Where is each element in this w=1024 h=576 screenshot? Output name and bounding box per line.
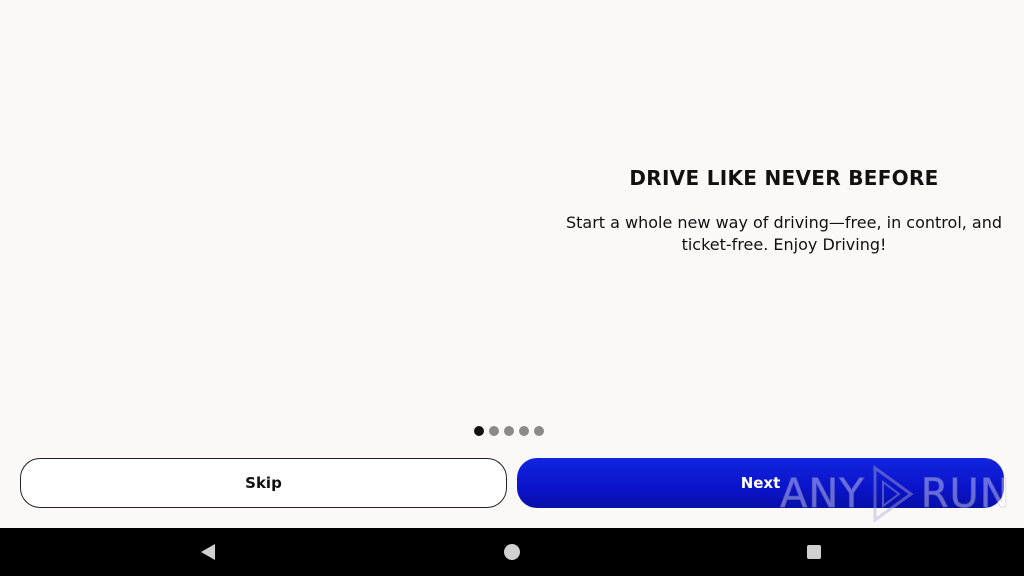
onboarding-content: DRIVE LIKE NEVER BEFORE Start a whole ne… — [544, 166, 1024, 256]
skip-button[interactable]: Skip — [20, 458, 507, 508]
page-indicator — [474, 426, 544, 436]
page-dot-3[interactable] — [504, 426, 514, 436]
next-button[interactable]: Next — [517, 458, 1004, 508]
skip-button-label: Skip — [245, 474, 282, 492]
page-dot-2[interactable] — [489, 426, 499, 436]
onboarding-title: DRIVE LIKE NEVER BEFORE — [629, 166, 939, 190]
page-dot-1[interactable] — [474, 426, 484, 436]
back-triangle-icon[interactable] — [196, 540, 220, 564]
onboarding-description: Start a whole new way of driving—free, i… — [565, 213, 1003, 254]
system-navigation-bar — [0, 528, 1024, 576]
home-circle-icon[interactable] — [500, 540, 524, 564]
onboarding-screen: DRIVE LIKE NEVER BEFORE Start a whole ne… — [0, 0, 1024, 576]
page-dot-5[interactable] — [534, 426, 544, 436]
recents-square-icon[interactable] — [802, 540, 826, 564]
next-button-label: Next — [740, 474, 781, 492]
page-dot-4[interactable] — [519, 426, 529, 436]
